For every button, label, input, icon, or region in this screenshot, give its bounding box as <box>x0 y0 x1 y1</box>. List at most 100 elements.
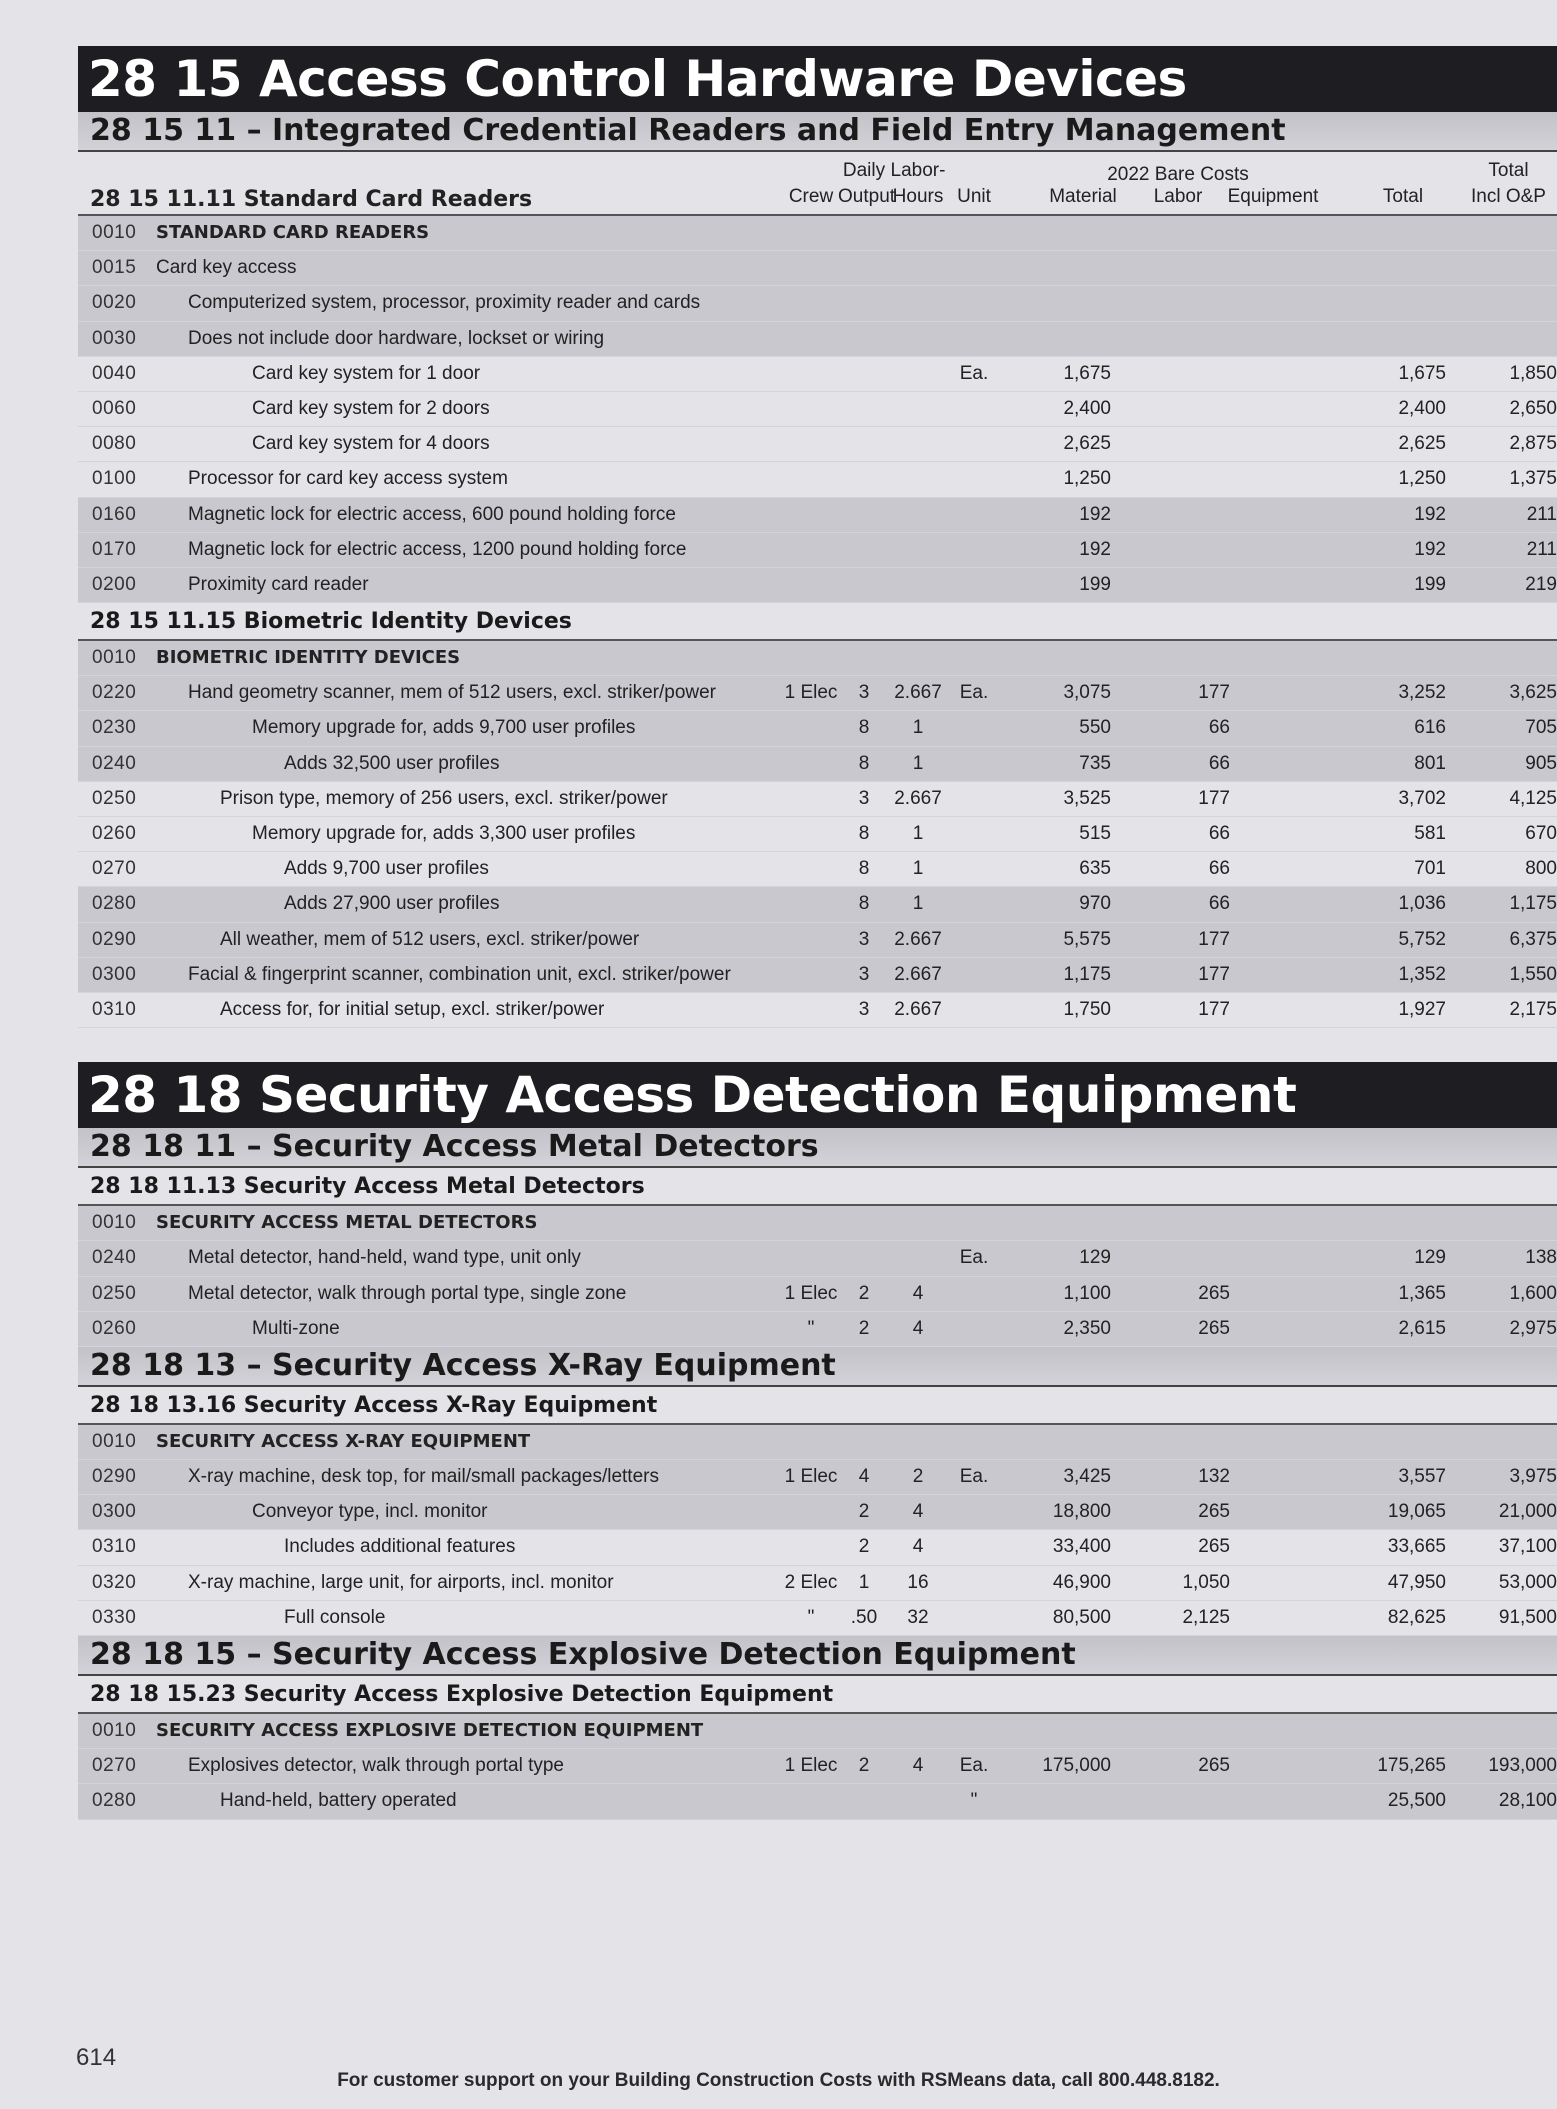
row-description: Hand-held, battery operated <box>220 1790 457 1812</box>
row-description: Card key access <box>156 257 297 279</box>
table-body: 0010 SECURITY ACCESS EXPLOSIVE DETECTION … <box>78 1714 1557 1820</box>
row-material: 33,400 <box>1052 1536 1111 1558</box>
col-total-op-bottom: Incl O&P <box>1471 186 1546 207</box>
row-daily-output: 2 <box>858 1536 870 1558</box>
row-labor-hours: 4 <box>912 1317 924 1339</box>
table-row: 0250 Metal detector, walk through portal … <box>78 1276 1557 1312</box>
row-description: Access for, for initial setup, excl. str… <box>220 998 605 1020</box>
row-material: 515 <box>1079 823 1111 844</box>
row-code: 0060 <box>92 397 137 419</box>
row-description: Includes additional features <box>284 1536 516 1558</box>
row-unit: Ea. <box>959 362 989 384</box>
row-description: Metal detector, hand-held, wand type, un… <box>188 1247 581 1269</box>
table-row: 0010 BIOMETRIC IDENTITY DEVICES <box>78 641 1557 677</box>
row-unit: Ea. <box>959 682 989 704</box>
row-description: Computerized system, processor, proximit… <box>188 292 701 314</box>
col-total-op-top: Total <box>1488 160 1529 181</box>
table-row: 0020 Computerized system, processor, prox… <box>78 286 1557 322</box>
row-description: Adds 27,900 user profiles <box>284 893 500 915</box>
row-total: 616 <box>1414 717 1446 739</box>
row-description: Card key system for 2 doors <box>252 397 490 419</box>
row-daily-output: 3 <box>858 998 870 1020</box>
row-code: 0220 <box>92 682 137 704</box>
row-total: 192 <box>1414 538 1446 560</box>
row-code: 0010 <box>92 1430 137 1452</box>
row-total-op: 193,000 <box>1488 1755 1557 1777</box>
column-header: 28 15 11.11 Standard Card Readers Crew D… <box>78 152 1557 216</box>
row-material: 192 <box>1079 503 1111 525</box>
row-labor-hours: 2.667 <box>894 963 942 985</box>
table-row: 0290 X-ray machine, desk top, for mail/sm… <box>78 1460 1557 1496</box>
row-description: Memory upgrade for, adds 3,300 user prof… <box>252 823 636 844</box>
row-labor-hours: 4 <box>912 1282 924 1304</box>
row-total-op: 21,000 <box>1498 1501 1557 1523</box>
row-material: 175,000 <box>1042 1755 1111 1777</box>
row-code: 0010 <box>92 1212 137 1234</box>
row-labor-hours: 2.667 <box>894 787 942 809</box>
table-row: 0290 All weather, mem of 512 users, excl.… <box>78 922 1557 958</box>
row-total-op: 2,650 <box>1509 397 1557 419</box>
row-total-op: 211 <box>1526 538 1557 560</box>
row-total-op: 1,375 <box>1509 468 1557 490</box>
row-daily-output: 2 <box>858 1501 870 1523</box>
row-total: 1,675 <box>1398 362 1446 384</box>
row-labor: 66 <box>1208 717 1230 739</box>
row-material: 3,425 <box>1063 1466 1111 1488</box>
row-total-op: 1,850 <box>1509 362 1557 384</box>
row-code: 0100 <box>92 468 137 490</box>
row-material: 2,400 <box>1063 397 1111 419</box>
row-daily-output: 1 <box>858 1571 870 1593</box>
row-material: 80,500 <box>1052 1606 1111 1628</box>
row-total-op: 2,875 <box>1509 433 1557 455</box>
row-material: 2,350 <box>1063 1317 1111 1339</box>
table-row: 0320 X-ray machine, large unit, for airpo… <box>78 1566 1557 1601</box>
row-total: 3,252 <box>1398 682 1446 704</box>
table-row: 0100 Processor for card key access system… <box>78 462 1557 498</box>
row-crew: 1 Elec <box>784 1755 838 1777</box>
row-description: X-ray machine, desk top, for mail/small … <box>188 1466 659 1488</box>
row-total: 1,365 <box>1398 1282 1446 1304</box>
row-total: 47,950 <box>1387 1571 1446 1593</box>
row-unit: Ea. <box>959 1466 989 1488</box>
row-daily-output: 3 <box>858 682 870 704</box>
row-labor: 177 <box>1198 963 1230 985</box>
row-code: 0160 <box>92 503 137 525</box>
row-daily-output: 3 <box>858 928 870 950</box>
row-description: Adds 32,500 user profiles <box>284 752 500 774</box>
row-material: 970 <box>1079 893 1111 915</box>
row-total: 175,265 <box>1377 1755 1446 1777</box>
row-description: Magnetic lock for electric access, 600 p… <box>188 503 676 525</box>
row-total: 5,752 <box>1398 928 1446 950</box>
table-row: 0310 Access for, for initial setup, excl.… <box>78 993 1557 1029</box>
row-material: 199 <box>1079 573 1111 595</box>
row-total: 2,625 <box>1398 433 1446 455</box>
row-material: 3,525 <box>1063 787 1111 809</box>
row-material: 192 <box>1079 538 1111 560</box>
division-title: 28 15 Access Control Hardware Devices <box>78 46 1557 112</box>
table-row: 0170 Magnetic lock for electric access, 1… <box>78 532 1557 568</box>
row-total-op: 1,550 <box>1509 963 1557 985</box>
row-crew: 1 Elec <box>784 682 838 704</box>
row-labor-hours: 32 <box>907 1606 929 1628</box>
row-daily-output: 2 <box>858 1317 870 1339</box>
table-row: 0330 Full console " .50 32 80,500 2,125 82,625 9… <box>78 1601 1557 1636</box>
row-description: Card key system for 4 doors <box>252 433 490 455</box>
subsection-title: 28 15 11.15 Biometric Identity Devices <box>78 603 1557 642</box>
row-code: 0310 <box>92 998 137 1020</box>
table-row: 0240 Metal detector, hand-held, wand type… <box>78 1241 1557 1277</box>
row-daily-output: 8 <box>858 823 870 844</box>
table-row: 0010 STANDARD CARD READERS <box>78 216 1557 252</box>
row-labor-hours: 2 <box>912 1466 924 1488</box>
row-total: 801 <box>1414 752 1446 774</box>
row-total: 1,250 <box>1398 468 1446 490</box>
row-description: Memory upgrade for, adds 9,700 user prof… <box>252 717 636 739</box>
row-daily-output: .50 <box>850 1606 878 1628</box>
row-total-op: 37,100 <box>1498 1536 1557 1558</box>
table-body: 0010 BIOMETRIC IDENTITY DEVICES 0220 Hand g… <box>78 641 1557 1029</box>
footer-note: For customer support on your Building Co… <box>337 2070 1220 2091</box>
row-daily-output: 8 <box>858 752 870 774</box>
row-total-op: 3,625 <box>1509 682 1557 704</box>
row-description: Card key system for 1 door <box>252 362 481 384</box>
row-unit: Ea. <box>959 1247 989 1269</box>
table-row: 0080 Card key system for 4 doors 2,625 2,62… <box>78 427 1557 463</box>
